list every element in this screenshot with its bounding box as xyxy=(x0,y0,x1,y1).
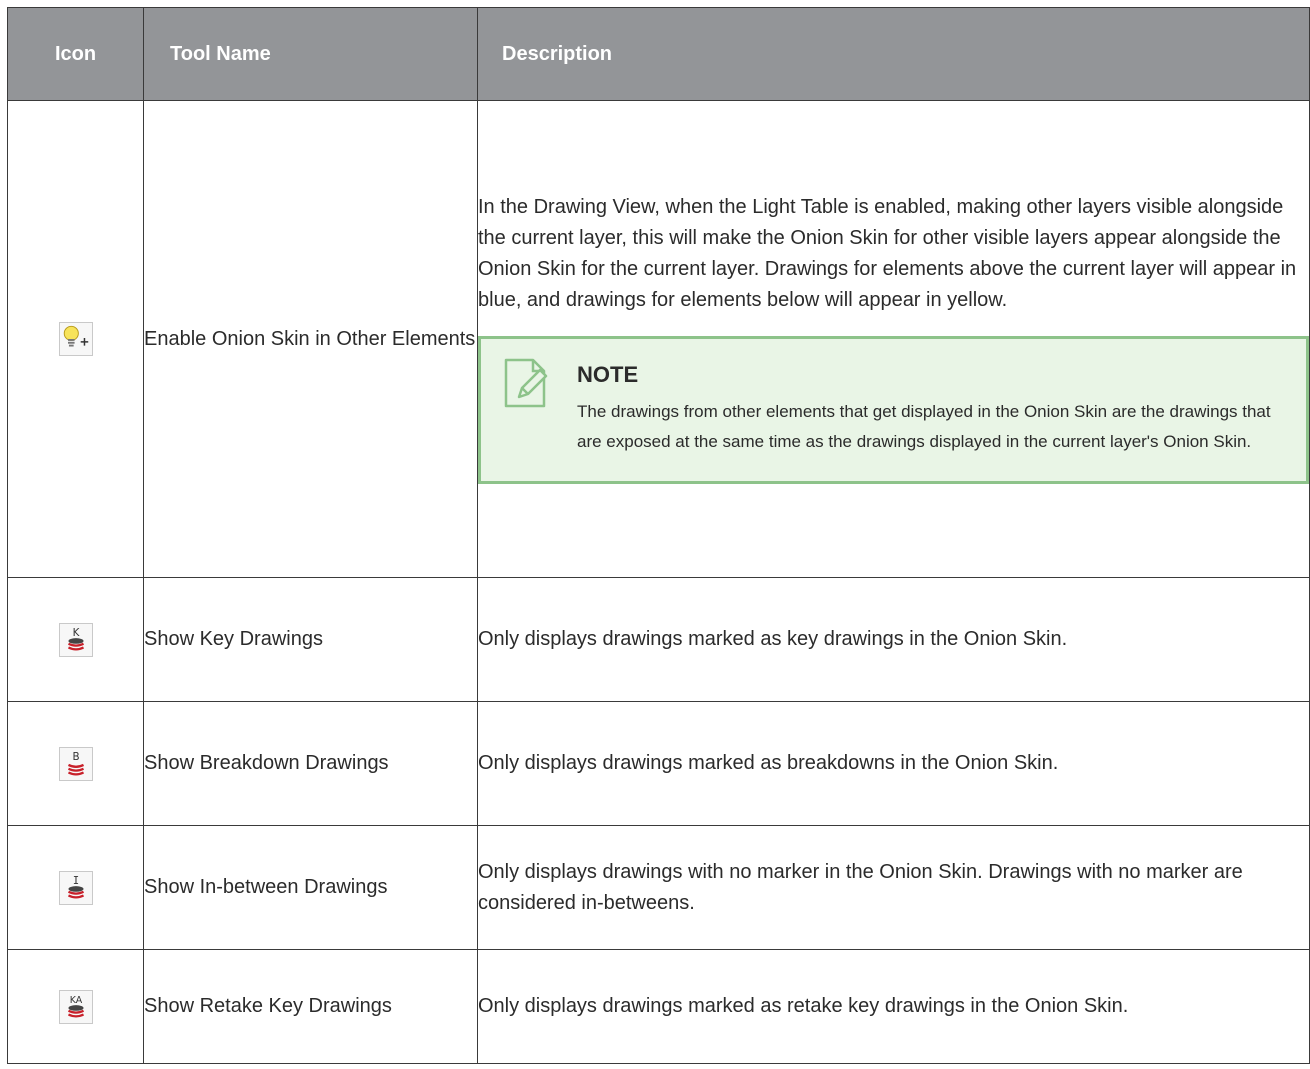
note-pencil-icon xyxy=(503,357,555,457)
icon-cell: I xyxy=(7,825,144,950)
table-row: I Show In-between Drawings Only displays… xyxy=(7,825,1310,950)
table-row: B Show Breakdown Drawings Only displays … xyxy=(7,701,1310,826)
retake-key-drawings-icon-letter: KA xyxy=(69,995,82,1006)
tool-description: In the Drawing View, when the Light Tabl… xyxy=(478,196,1297,311)
tool-name: Show Breakdown Drawings xyxy=(143,701,478,826)
retake-key-drawings-icon: KA xyxy=(58,989,93,1024)
breakdown-drawings-icon: B xyxy=(58,746,93,781)
tool-description: Only displays drawings with no marker in… xyxy=(477,825,1310,950)
note-title: NOTE xyxy=(577,362,639,387)
tool-description: Only displays drawings marked as retake … xyxy=(477,949,1310,1064)
icon-cell: KA xyxy=(7,949,144,1064)
icon-cell: K xyxy=(7,577,144,702)
note-body: NOTE The drawings from other elements th… xyxy=(577,357,1284,457)
in-between-drawings-icon: I xyxy=(58,870,93,905)
icon-cell: B xyxy=(7,701,144,826)
tool-description: Only displays drawings marked as breakdo… xyxy=(477,701,1310,826)
tools-table: Icon Tool Name Description Enable Onion … xyxy=(7,7,1310,1064)
table-row: K Show Key Drawings Only displays drawin… xyxy=(7,577,1310,702)
table-header-row: Icon Tool Name Description xyxy=(7,7,1310,101)
key-drawings-icon-letter: K xyxy=(72,627,79,639)
in-between-drawings-icon-letter: I xyxy=(72,875,78,887)
tool-description: Only displays drawings marked as key dra… xyxy=(477,577,1310,702)
header-description: Description xyxy=(477,7,1310,101)
tool-name: Show In-between Drawings xyxy=(143,825,478,950)
tool-name: Show Retake Key Drawings xyxy=(143,949,478,1064)
table-row: KA Show Retake Key Drawings Only display… xyxy=(7,949,1310,1064)
header-tool-name: Tool Name xyxy=(143,7,478,101)
tool-description-cell: In the Drawing View, when the Light Tabl… xyxy=(477,100,1310,578)
tool-name: Enable Onion Skin in Other Elements xyxy=(143,100,478,578)
key-drawings-icon: K xyxy=(58,622,93,657)
note-text: The drawings from other elements that ge… xyxy=(577,402,1271,451)
header-icon: Icon xyxy=(7,7,144,101)
note-box: NOTE The drawings from other elements th… xyxy=(478,336,1309,484)
table-row: Enable Onion Skin in Other Elements In t… xyxy=(7,100,1310,578)
onion-skin-other-elements-icon xyxy=(58,322,93,356)
icon-cell xyxy=(7,100,144,578)
breakdown-drawings-icon-letter: B xyxy=(72,751,79,763)
tool-name: Show Key Drawings xyxy=(143,577,478,702)
